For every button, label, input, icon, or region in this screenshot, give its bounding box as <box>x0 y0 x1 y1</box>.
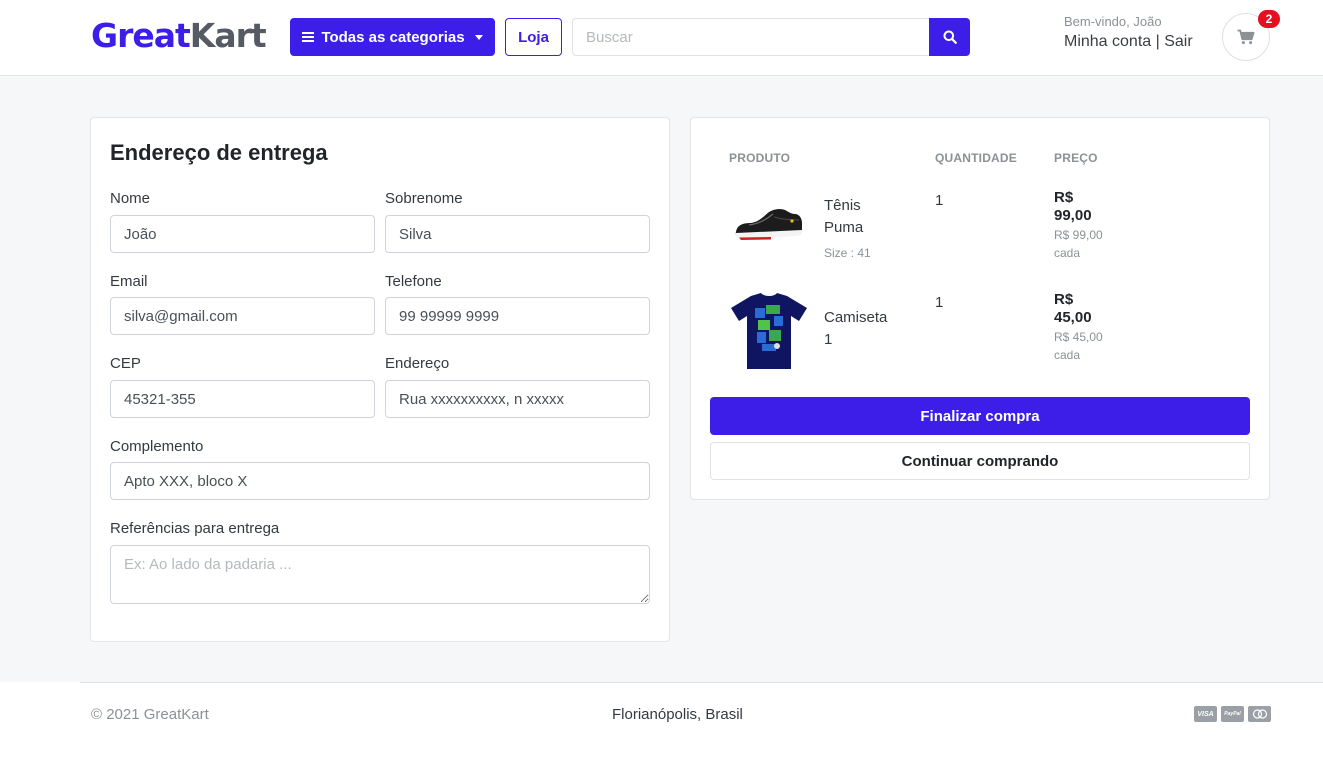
footer-divider <box>80 682 1323 683</box>
separator: | <box>1155 33 1160 50</box>
phone-field[interactable] <box>385 297 650 335</box>
mastercard-circles-icon <box>1252 709 1267 719</box>
sneaker-product-image <box>735 208 802 240</box>
categories-label: Todas as categorias <box>321 28 465 46</box>
site-header: GreatKart Todas as categorias Loja Bem-v… <box>0 0 1323 76</box>
product-name-link[interactable]: Camiseta 1 <box>824 309 887 348</box>
location-text: Florianópolis, Brasil <box>612 706 743 723</box>
address-field[interactable] <box>385 380 650 418</box>
references-label: Referências para entrega <box>110 520 280 537</box>
search-icon <box>943 30 957 44</box>
product-variation: Size : 41 <box>824 246 871 260</box>
logo[interactable]: GreatKart <box>91 16 267 56</box>
email-label: Email <box>110 273 148 290</box>
first-name-label: Nome <box>110 190 151 207</box>
logout-link[interactable]: Sair <box>1164 33 1192 50</box>
zip-field[interactable] <box>110 380 375 418</box>
copyright-text: © 2021 GreatKart <box>91 706 209 723</box>
search-input[interactable] <box>572 18 930 56</box>
item-total-price: R$ 99,00 <box>1054 189 1092 224</box>
welcome-text: Bem-vindo, João <box>1064 14 1162 29</box>
continue-shopping-button[interactable]: Continuar comprando <box>710 442 1250 480</box>
unit-price: R$ 99,00 cada <box>1054 228 1103 260</box>
zip-label: CEP <box>110 355 141 372</box>
product-name-link[interactable]: Tênis Puma <box>824 197 863 236</box>
my-account-link[interactable]: Minha conta <box>1064 33 1151 50</box>
site-footer: © 2021 GreatKart Florianópolis, Brasil V… <box>0 682 1323 776</box>
references-textarea[interactable] <box>110 545 650 604</box>
menu-icon <box>302 32 315 42</box>
quantity-value: 1 <box>935 294 944 311</box>
store-button[interactable]: Loja <box>505 18 562 56</box>
shopping-cart-icon <box>1237 29 1255 45</box>
quantity-column-header: QUANTIDADE <box>935 151 1017 165</box>
cart-count-badge: 2 <box>1258 10 1280 28</box>
price-column-header: PREÇO <box>1054 151 1098 165</box>
address-label: Endereço <box>385 355 450 372</box>
phone-label: Telefone <box>385 273 442 290</box>
last-name-label: Sobrenome <box>385 190 463 207</box>
complement-field[interactable] <box>110 462 650 500</box>
tshirt-product-image <box>731 293 807 369</box>
first-name-field[interactable] <box>110 215 375 253</box>
last-name-field[interactable] <box>385 215 650 253</box>
complement-label: Complemento <box>110 438 204 455</box>
order-summary-card: PRODUTO QUANTIDADE PREÇO Tênis Puma Size … <box>690 117 1270 500</box>
checkout-button[interactable]: Finalizar compra <box>710 397 1250 435</box>
product-column-header: PRODUTO <box>729 151 791 165</box>
account-links: Minha conta | Sair <box>1064 33 1193 51</box>
caret-down-icon <box>474 34 483 40</box>
paypal-icon: PayPal <box>1221 706 1244 722</box>
item-total-price: R$ 45,00 <box>1054 291 1092 326</box>
mastercard-icon <box>1248 706 1271 722</box>
categories-dropdown-button[interactable]: Todas as categorias <box>290 18 495 56</box>
form-title: Endereço de entrega <box>110 140 328 165</box>
visa-icon: VISA <box>1194 706 1217 722</box>
quantity-value: 1 <box>935 192 944 209</box>
unit-price: R$ 45,00 cada <box>1054 330 1103 362</box>
email-field[interactable] <box>110 297 375 335</box>
search-button[interactable] <box>929 18 970 56</box>
shipping-address-card: Endereço de entrega Nome Sobrenome Email… <box>90 117 670 642</box>
